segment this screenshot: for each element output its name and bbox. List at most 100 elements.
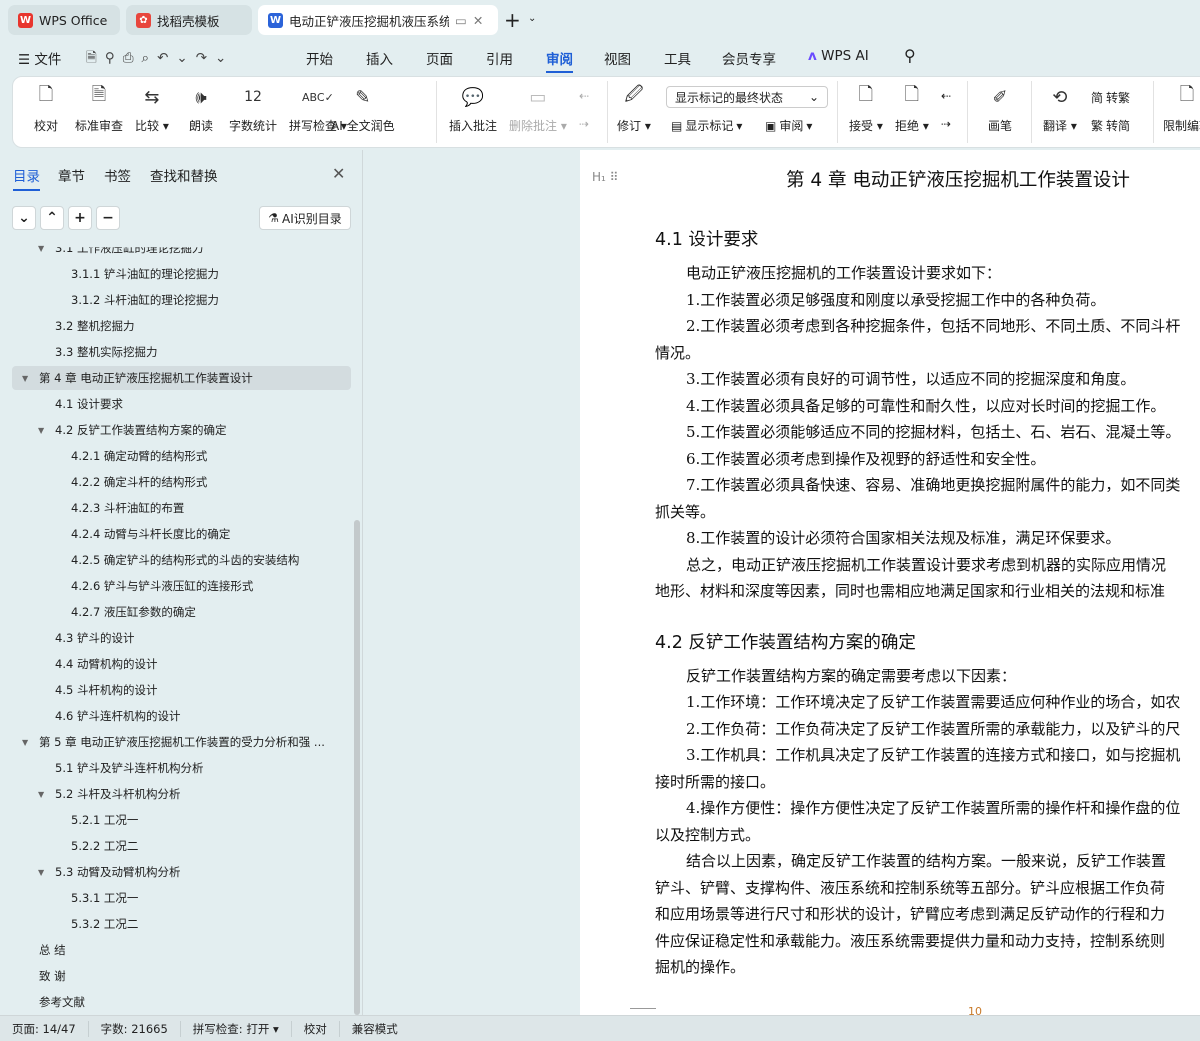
tab-bookmarks[interactable]: 书签 (104, 165, 131, 185)
promote-button[interactable]: + (68, 206, 92, 230)
demote-button[interactable]: − (96, 206, 120, 230)
compare-button[interactable]: ⇆ 比较 ▾ (135, 83, 169, 134)
toc-item[interactable]: 4.2.1 确定动臂的结构形式 (12, 444, 351, 468)
toc-item[interactable]: 4.2.6 铲斗与铲斗液压缸的连接形式 (12, 574, 351, 598)
toc-item[interactable]: ▼ 3.1 工作液压缸的理论挖掘力 (12, 238, 351, 260)
word-count-indicator[interactable]: 字数: 21665 (89, 1020, 181, 1037)
toc-item[interactable]: 3.2 整机挖掘力 (12, 314, 351, 338)
review-pane-button[interactable]: ▣ 审阅 ▾ (765, 117, 812, 134)
toc-item[interactable]: 5.3.1 工况一 (12, 886, 351, 910)
paragraph-line: 3.工作装置必须有良好的可调节性，以适应不同的挖掘深度和角度。 (686, 370, 1136, 388)
close-tab-icon[interactable]: ✕ (473, 13, 483, 28)
to-simplified-button[interactable]: 繁转简 (1091, 117, 1130, 134)
quick-access-icons[interactable]: 🗎⚲⎙⌕↶⌄↷⌄ (86, 48, 234, 71)
expand-triangle-icon[interactable]: ▼ (38, 426, 44, 435)
read-aloud-button[interactable]: 🕪 朗读 (188, 83, 214, 134)
next-comment-icon[interactable]: ⇢ (579, 117, 589, 131)
toc-item[interactable]: 总 结 (12, 938, 351, 962)
expand-triangle-icon[interactable]: ▼ (22, 738, 28, 747)
toc-item[interactable]: ▼ 第 5 章 电动正铲液压挖掘机工作装置的受力分析和强 ... (12, 730, 351, 754)
toc-item[interactable]: 4.5 斗杆机构的设计 (12, 678, 351, 702)
paragraph-line: 2.工作负荷：工作负荷决定了反铲工作装置所需的承载能力，以及铲斗的尺 (686, 719, 1181, 738)
tab-toc[interactable]: 目录 (13, 165, 40, 191)
toc-item[interactable]: 参考文献 (12, 990, 351, 1014)
tab-wps-office[interactable]: W WPS Office (8, 5, 120, 35)
page-indicator[interactable]: 页面: 14/47 (0, 1020, 89, 1037)
expand-down-button[interactable]: ⌄ (12, 206, 36, 230)
insert-comment-button[interactable]: 💬 插入批注 (449, 83, 497, 134)
track-changes-button[interactable]: 🖉 修订 ▾ (617, 83, 651, 134)
show-markup-label: 显示标记 (685, 119, 734, 133)
toc-item[interactable]: ▼ 5.3 动臂及动臂机构分析 (12, 860, 351, 884)
toc-item[interactable]: ▼ 第 4 章 电动正铲液压挖掘机工作装置设计 (12, 366, 351, 390)
toc-item[interactable]: 4.2.5 确定铲斗的结构形式的斗齿的安装结构 (12, 548, 351, 572)
toc-item[interactable]: 5.2.2 工况二 (12, 834, 351, 858)
delete-comment-button[interactable]: ▭ 删除批注 ▾ (509, 83, 567, 134)
toc-item[interactable]: 3.1.2 斗杆油缸的理论挖掘力 (12, 288, 351, 312)
accept-button[interactable]: 🗋 接受 ▾ (849, 83, 883, 134)
close-pane-icon[interactable]: ✕ (332, 164, 345, 183)
toc-item[interactable]: 4.4 动臂机构的设计 (12, 652, 351, 676)
toc-item[interactable]: 4.2.4 动臂与斗杆长度比的确定 (12, 522, 351, 546)
toc-item[interactable]: ▼ 4.2 反铲工作装置结构方案的确定 (12, 418, 351, 442)
menu-view[interactable]: 视图 (604, 48, 631, 68)
tab-docer[interactable]: ✿ 找稻壳模板 (126, 5, 252, 35)
document-page[interactable]: H₁ ⠿ 第 4 章 电动正铲液压挖掘机工作装置设计 4.1 设计要求 电动正铲液… (580, 150, 1200, 1015)
menu-member[interactable]: 会员专享 (722, 48, 776, 68)
menu-insert[interactable]: 插入 (366, 48, 393, 68)
ai-toc-button[interactable]: ⚗ AI识别目录 (259, 206, 351, 230)
word-count-button[interactable]: 12 字数统计 (229, 83, 277, 134)
new-tab-button[interactable]: + (504, 8, 521, 32)
collapse-up-button[interactable]: ⌃ (40, 206, 64, 230)
paragraph-line: 掘机的操作。 (655, 958, 746, 976)
toc-item[interactable]: 4.3 铲斗的设计 (12, 626, 351, 650)
toc-item[interactable]: 3.1.1 铲斗油缸的理论挖掘力 (12, 262, 351, 286)
next-change-icon[interactable]: ⇢ (941, 117, 951, 131)
spell-check-toggle[interactable]: 拼写检查: 打开 ▾ (181, 1020, 292, 1037)
toc-item[interactable]: 4.2.2 确定斗杆的结构形式 (12, 470, 351, 494)
monitor-icon[interactable]: ▭ (455, 13, 467, 28)
tab-chapters[interactable]: 章节 (58, 165, 85, 185)
menu-page[interactable]: 页面 (426, 48, 453, 68)
menu-references[interactable]: 引用 (486, 48, 513, 68)
heading-handle-icon[interactable]: H₁ ⠿ (592, 170, 618, 184)
search-icon[interactable]: ⚲ (904, 46, 916, 65)
translate-button[interactable]: ⟲ 翻译 ▾ (1043, 83, 1077, 134)
restrict-editing-button[interactable]: 🗋 限制编辑 (1163, 83, 1200, 134)
ai-polish-button[interactable]: ✎ AI 全文润色 (331, 83, 395, 134)
menu-review[interactable]: 审阅 (546, 48, 573, 73)
toc-item[interactable]: 4.1 设计要求 (12, 392, 351, 416)
toc-scrollbar[interactable] (354, 520, 360, 1015)
toc-item[interactable]: 4.2.3 斗杆油缸的布置 (12, 496, 351, 520)
expand-triangle-icon[interactable]: ▼ (38, 244, 44, 253)
wps-ai-menu[interactable]: ʌ WPS AI (808, 48, 869, 64)
expand-triangle-icon[interactable]: ▼ (22, 374, 28, 383)
prev-comment-icon[interactable]: ⇠ (579, 89, 589, 103)
toc-item[interactable]: ▼ 5.2 斗杆及斗杆机构分析 (12, 782, 351, 806)
toc-item[interactable]: 5.2.1 工况一 (12, 808, 351, 832)
tab-document[interactable]: W 电动正铲液压挖掘机液压系统 ▭ ✕ (258, 5, 498, 35)
menu-start[interactable]: 开始 (306, 48, 333, 68)
standard-review-button[interactable]: 🗎 标准审查 (75, 83, 123, 134)
tab-list-chevron-icon[interactable]: ⌄ (528, 13, 536, 24)
prev-change-icon[interactable]: ⇠ (941, 89, 951, 103)
toc-item[interactable]: 致 谢 (12, 964, 351, 988)
proofread-status[interactable]: 校对 (292, 1020, 340, 1037)
markup-display-select[interactable]: 显示标记的最终状态 ⌄ (666, 86, 828, 108)
expand-triangle-icon[interactable]: ▼ (38, 868, 44, 877)
tab-find-replace[interactable]: 查找和替换 (150, 165, 218, 185)
toc-item[interactable]: 4.6 铲斗连杆机构的设计 (12, 704, 351, 728)
expand-triangle-icon[interactable]: ▼ (38, 790, 44, 799)
proofread-button[interactable]: 🗋 校对 (33, 83, 59, 134)
toc-item[interactable]: 4.2.7 液压缸参数的确定 (12, 600, 351, 624)
to-traditional-button[interactable]: 简转繁 (1091, 89, 1130, 106)
toc-item[interactable]: 3.3 整机实际挖掘力 (12, 340, 351, 364)
toc-item[interactable]: 5.3.2 工况二 (12, 912, 351, 936)
menu-tools[interactable]: 工具 (664, 48, 691, 68)
reject-button[interactable]: 🗋 拒绝 ▾ (895, 83, 929, 134)
file-menu[interactable]: ☰ 文件 (18, 48, 61, 68)
show-markup-button[interactable]: ▤ 显示标记 ▾ (671, 117, 742, 134)
toc-item-label: 4.2.1 确定动臂的结构形式 (71, 449, 208, 463)
pen-button[interactable]: ✐ 画笔 (987, 83, 1013, 134)
toc-item[interactable]: 5.1 铲斗及铲斗连杆机构分析 (12, 756, 351, 780)
